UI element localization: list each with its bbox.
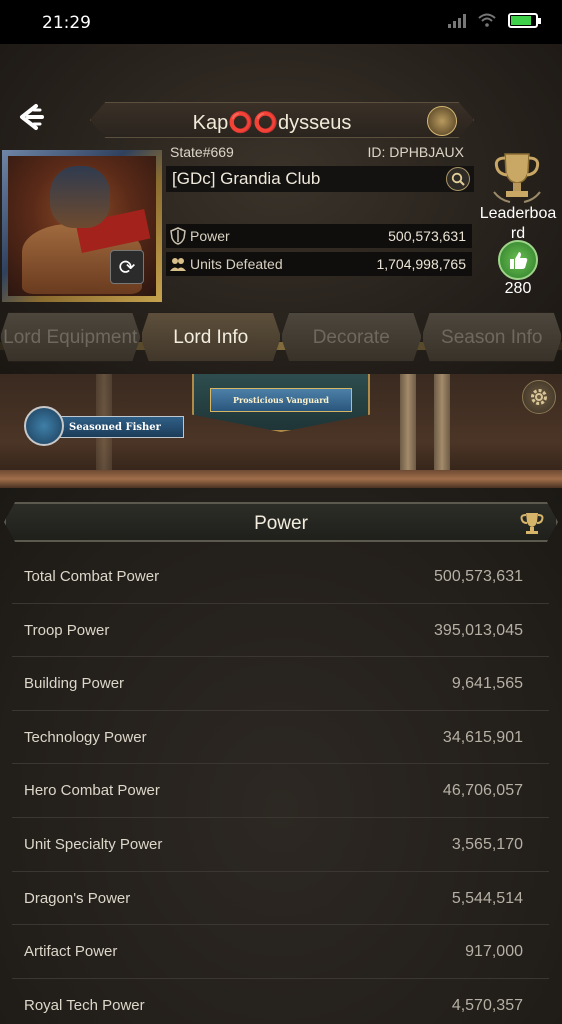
row-value: 395,013,045: [434, 621, 523, 639]
row-label: Troop Power: [24, 621, 110, 639]
change-avatar-button[interactable]: ⟳: [110, 250, 144, 284]
list-item: Royal Tech Power 4,570,357: [12, 979, 549, 1024]
trophy-icon[interactable]: [518, 510, 546, 536]
player-name: Kap⭕⭕dysseus: [192, 112, 352, 134]
power-header: Power: [4, 502, 558, 542]
stat-row-power: Power 500,573,631: [166, 224, 472, 248]
status-time: 21:29: [42, 13, 91, 33]
like-count: 280: [504, 280, 532, 297]
tab-decorate[interactable]: Decorate: [281, 312, 422, 362]
like-button[interactable]: [498, 240, 538, 280]
row-label: Royal Tech Power: [24, 996, 145, 1014]
thumbs-up-icon: [510, 252, 528, 269]
trophy-icon[interactable]: [488, 148, 546, 206]
title-ribbon[interactable]: Prosticious Vanguard: [210, 388, 352, 412]
gear-icon: [531, 389, 547, 405]
row-value: 4,570,357: [451, 996, 523, 1014]
row-label: Total Combat Power: [24, 568, 160, 585]
row-label: Dragon's Power: [24, 889, 131, 907]
list-item: Troop Power 395,013,045: [12, 604, 549, 658]
row-value: 5,544,514: [451, 889, 523, 907]
badge-text: Seasoned Fisher: [69, 421, 161, 433]
stat-label: Units Defeated: [190, 256, 283, 272]
stat-label: Power: [190, 228, 230, 244]
fisher-badge[interactable]: Seasoned Fisher: [24, 406, 186, 446]
list-item: Building Power 9,641,565: [12, 657, 549, 711]
list-item: Technology Power 34,615,901: [12, 711, 549, 765]
row-value: 9,641,565: [451, 675, 523, 693]
fish-icon: [24, 406, 64, 446]
status-bar: 21:29: [0, 0, 562, 44]
row-value: 46,706,057: [442, 782, 523, 800]
power-panel: Power Total Combat Power 500,573,631 Tro…: [0, 488, 562, 1024]
signal-icon: [448, 12, 466, 28]
section-title: Power: [254, 513, 308, 534]
emblem-icon[interactable]: [427, 106, 457, 136]
power-list: Total Combat Power 500,573,631 Troop Pow…: [12, 550, 549, 1024]
stat-value: 500,573,631: [388, 228, 466, 244]
tab-lord-equipment[interactable]: Lord Equipment: [0, 312, 141, 362]
row-value: 34,615,901: [442, 728, 523, 746]
list-item: Dragon's Power 5,544,514: [12, 872, 549, 926]
stat-value: 1,704,998,765: [376, 256, 466, 272]
title-banner: Prosticious Vanguard Seasoned Fisher: [0, 374, 562, 488]
status-icons: [448, 12, 541, 28]
tab-bar: Lord Equipment Lord Info Decorate Season…: [0, 312, 562, 362]
row-label: Technology Power: [24, 728, 147, 746]
wifi-icon: [478, 13, 496, 27]
state-label: State#669: [170, 144, 234, 160]
row-label: Unit Specialty Power: [24, 835, 163, 853]
search-icon: [451, 172, 465, 186]
list-item: Total Combat Power 500,573,631: [12, 550, 549, 604]
tab-lord-info[interactable]: Lord Info: [140, 312, 281, 362]
row-label: Artifact Power: [24, 943, 118, 961]
row-label: Hero Combat Power: [24, 782, 160, 800]
refresh-icon: ⟳: [118, 256, 136, 279]
row-value: 3,565,170: [451, 835, 523, 853]
leaderboard-label[interactable]: Leaderboa rd: [474, 204, 562, 244]
alliance-bar[interactable]: [GDc] Grandia Club: [166, 166, 474, 192]
list-item: Hero Combat Power 46,706,057: [12, 764, 549, 818]
row-value: 500,573,631: [434, 568, 523, 585]
list-item: Artifact Power 917,000: [12, 925, 549, 979]
player-id: ID: DPHBJAUX: [367, 144, 464, 160]
list-item: Unit Specialty Power 3,565,170: [12, 818, 549, 872]
row-value: 917,000: [465, 943, 523, 961]
title-text: Prosticious Vanguard: [232, 395, 330, 405]
search-button[interactable]: [446, 167, 470, 191]
settings-button[interactable]: [522, 380, 556, 414]
alliance-name: [GDc] Grandia Club: [172, 169, 321, 188]
battery-icon: [508, 12, 541, 28]
stat-row-units-defeated: Units Defeated 1,704,998,765: [166, 252, 472, 276]
profile-header: Kap⭕⭕dysseus ⟳ State#669 ID: DPHBJAUX [G…: [0, 44, 562, 374]
back-icon[interactable]: [14, 100, 48, 134]
row-label: Building Power: [24, 675, 125, 693]
troops-icon: [170, 258, 186, 271]
name-plate: Kap⭕⭕dysseus: [90, 102, 474, 138]
shield-icon: [170, 227, 186, 245]
tab-season-info[interactable]: Season Info: [421, 312, 562, 362]
